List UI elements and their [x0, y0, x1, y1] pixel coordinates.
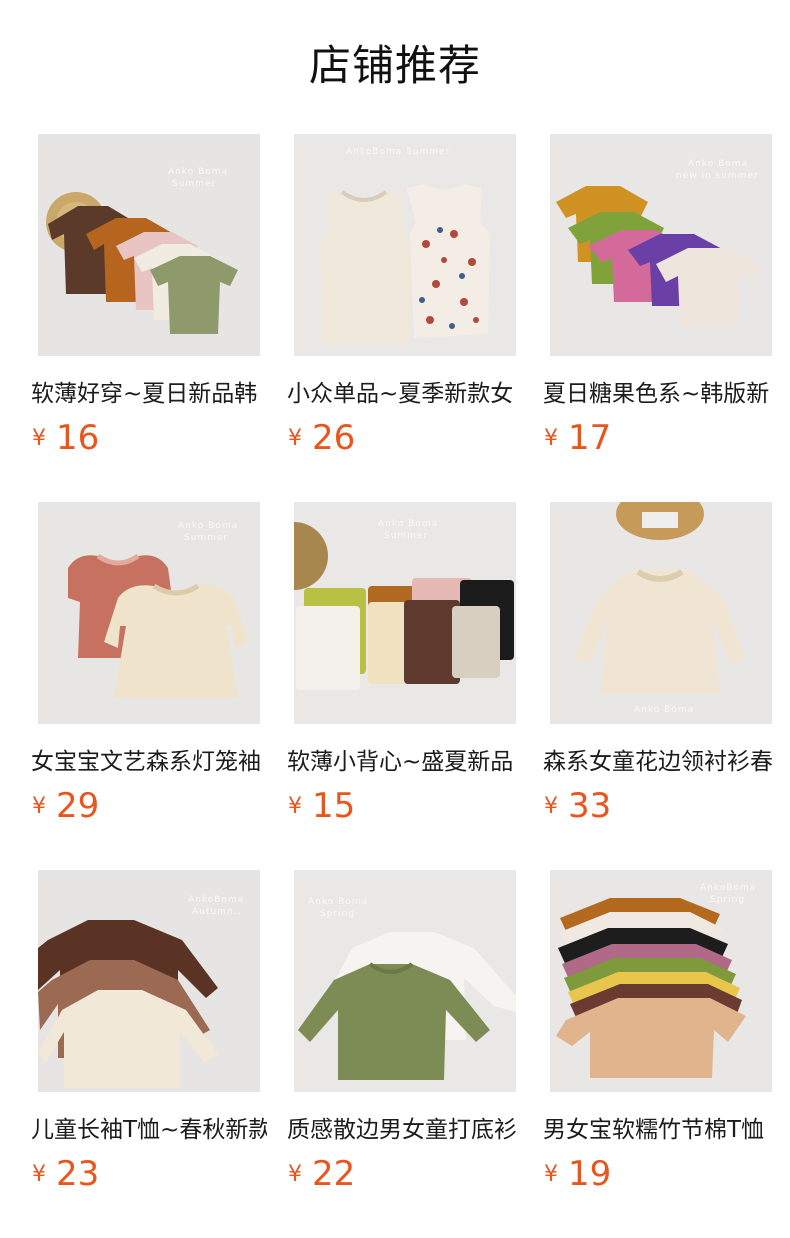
svg-text:Summer: Summer — [384, 531, 428, 541]
product-name[interactable]: 软薄好穿~夏日新品韩 — [31, 378, 267, 410]
product-card[interactable]: Anko Boma new in summer 夏日糖果色系~韩版新 ¥17 — [541, 134, 781, 502]
product-card[interactable]: AnkoBoma Autumn.. 儿童长袖T恤~春秋新款 ¥23 — [29, 870, 269, 1238]
svg-text:Anko Boma: Anko Boma — [688, 159, 748, 169]
price-value: 15 — [312, 786, 356, 826]
currency-symbol: ¥ — [32, 794, 46, 819]
svg-text:Anko Boma: Anko Boma — [178, 521, 238, 531]
currency-symbol: ¥ — [32, 426, 46, 451]
product-card[interactable]: Anko Boma Summer 软薄好穿~夏日新品韩 ¥16 — [29, 134, 269, 502]
product-card[interactable]: AnkoBoma Spring 男女宝软糯竹节棉T恤 ¥19 — [541, 870, 781, 1238]
price-value: 17 — [568, 418, 612, 458]
product-card[interactable]: Anko Boma Spring 质感散边男女童打底衫 ¥22 — [285, 870, 525, 1238]
svg-text:Anko Boma: Anko Boma — [634, 705, 694, 715]
svg-text:Anko Boma: Anko Boma — [308, 897, 368, 907]
product-price: ¥26 — [288, 418, 355, 458]
product-image[interactable]: AnkoBoma Summer — [294, 134, 516, 356]
svg-text:AnkoBoma Summer: AnkoBoma Summer — [346, 147, 450, 157]
product-price: ¥29 — [32, 786, 99, 826]
svg-text:Spring: Spring — [320, 909, 355, 919]
svg-text:new in summer: new in summer — [676, 171, 759, 181]
product-image[interactable]: Anko Boma Summer — [294, 502, 516, 724]
currency-symbol: ¥ — [288, 426, 302, 451]
currency-symbol: ¥ — [544, 426, 558, 451]
price-value: 26 — [312, 418, 356, 458]
product-name[interactable]: 儿童长袖T恤~春秋新款 — [31, 1114, 267, 1146]
product-image[interactable]: AnkoBoma Autumn.. — [38, 870, 260, 1092]
svg-text:AnkoBoma: AnkoBoma — [188, 895, 244, 905]
product-price: ¥23 — [32, 1154, 99, 1194]
product-grid: Anko Boma Summer 软薄好穿~夏日新品韩 ¥16 AnkoBoma… — [29, 134, 781, 1238]
product-price: ¥17 — [544, 418, 611, 458]
product-price: ¥22 — [288, 1154, 355, 1194]
product-card[interactable]: Anko Boma Summer 软薄小背心~盛夏新品 ¥15 — [285, 502, 525, 870]
product-price: ¥19 — [544, 1154, 611, 1194]
shop-recommendation-page: 店铺推荐 Anko Boma Summer 软薄好穿~夏日新品韩 ¥ 16 An… — [0, 0, 790, 1232]
page-title: 店铺推荐 — [308, 41, 481, 90]
svg-text:Anko Boma: Anko Boma — [168, 167, 228, 177]
price-value: 23 — [56, 1154, 100, 1194]
product-image[interactable]: AnkoBoma Spring — [550, 870, 772, 1092]
svg-text:Spring: Spring — [710, 895, 745, 905]
product-price: ¥16 — [32, 418, 99, 458]
currency-symbol: ¥ — [544, 794, 558, 819]
product-image[interactable]: Anko Boma Spring — [294, 870, 516, 1092]
currency-symbol: ¥ — [288, 1162, 302, 1187]
currency-symbol: ¥ — [288, 794, 302, 819]
svg-text:Autumn..: Autumn.. — [192, 907, 241, 917]
svg-text:Anko Boma: Anko Boma — [378, 519, 438, 529]
price-value: 29 — [56, 786, 100, 826]
product-image[interactable]: Anko Boma new in summer — [550, 134, 772, 356]
product-price: ¥33 — [544, 786, 611, 826]
currency-symbol: ¥ — [32, 1162, 46, 1187]
svg-text:AnkoBoma: AnkoBoma — [700, 883, 756, 893]
price-value: 22 — [312, 1154, 356, 1194]
product-card[interactable]: Anko Boma Summer 女宝宝文艺森系灯笼袖 ¥29 — [29, 502, 269, 870]
product-name[interactable]: 夏日糖果色系~韩版新 — [543, 378, 779, 410]
product-name[interactable]: 软薄小背心~盛夏新品 — [287, 746, 523, 778]
svg-text:Summer: Summer — [184, 533, 228, 543]
price-value: 16 — [56, 418, 100, 458]
price-value: 19 — [568, 1154, 612, 1194]
svg-text:Summer: Summer — [172, 179, 216, 189]
product-name[interactable]: 男女宝软糯竹节棉T恤 — [543, 1114, 779, 1146]
product-card[interactable]: Anko Boma 森系女童花边领衬衫春 ¥33 — [541, 502, 781, 870]
product-image[interactable]: Anko Boma Summer — [38, 134, 260, 356]
currency-symbol: ¥ — [544, 1162, 558, 1187]
product-name[interactable]: 小众单品~夏季新款女 — [287, 378, 523, 410]
price-value: 33 — [568, 786, 612, 826]
product-card[interactable]: AnkoBoma Summer 小众单品~夏季新款女 ¥26 — [285, 134, 525, 502]
product-name[interactable]: 森系女童花边领衬衫春 — [543, 746, 779, 778]
product-image[interactable]: Anko Boma Summer — [38, 502, 260, 724]
product-name[interactable]: 质感散边男女童打底衫 — [287, 1114, 523, 1146]
product-name[interactable]: 女宝宝文艺森系灯笼袖 — [31, 746, 267, 778]
product-image[interactable]: Anko Boma — [550, 502, 772, 724]
product-price: ¥15 — [288, 786, 355, 826]
